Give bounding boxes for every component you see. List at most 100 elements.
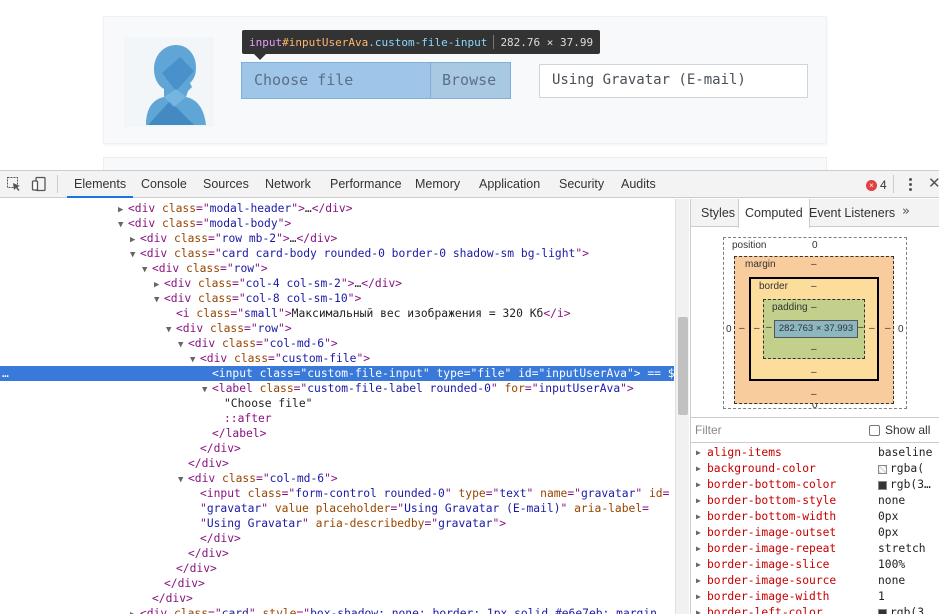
dom-node-line[interactable]: ▼ <div class="col-md-6">: [0, 336, 674, 351]
node-content: </div>: [190, 441, 241, 456]
dom-node-line[interactable]: ▼ <div class="col-md-6">: [0, 471, 674, 486]
expand-triangle-icon[interactable]: ▶: [696, 461, 701, 477]
computed-property-row[interactable]: ▶ align-items baseline: [691, 445, 939, 461]
token: =": [424, 517, 439, 530]
show-all-toggle[interactable]: Show all: [869, 423, 930, 437]
dom-node-line[interactable]: </div>: [0, 561, 674, 576]
dom-node-line[interactable]: "gravatar" value placeholder="Using Grav…: [0, 501, 674, 516]
inspect-element-icon[interactable]: [6, 176, 22, 192]
border-box: border – – – – padding – – – – 282.763 ×…: [749, 277, 879, 381]
dom-node-line[interactable]: ▼ <div class="row">: [0, 321, 674, 336]
more-options-icon[interactable]: [906, 177, 914, 191]
token: class: [234, 352, 269, 365]
property-name: border-bottom-width: [707, 510, 837, 523]
color-swatch-icon[interactable]: [878, 464, 887, 474]
inspect-tooltip: input#inputUserAva.custom-file-input 282…: [242, 30, 601, 54]
expand-triangle-icon[interactable]: ▶: [696, 525, 701, 541]
expand-triangle-icon[interactable]: ▶: [696, 589, 701, 605]
computed-property-row[interactable]: ▶ border-bottom-width 0px: [691, 509, 939, 525]
property-value-wrap: stretch: [878, 541, 926, 557]
expand-triangle-icon[interactable]: ▶: [696, 605, 701, 614]
more-tabs-icon[interactable]: »: [902, 204, 910, 219]
device-toolbar-icon[interactable]: [31, 176, 47, 192]
expand-triangle-icon[interactable]: ▶: [696, 541, 701, 557]
tab-console[interactable]: Console: [134, 171, 194, 198]
dom-node-line[interactable]: ▼ <div class="custom-file">: [0, 351, 674, 366]
dom-node-line[interactable]: </div>: [0, 546, 674, 561]
filter-input[interactable]: Filter: [695, 423, 722, 437]
dom-node-line[interactable]: ▼ <div class="col-8 col-sm-10">: [0, 291, 674, 306]
token: ": [302, 517, 316, 530]
selected-node[interactable]: … <input class="custom-file-input" type="…: [0, 366, 674, 381]
gravatar-input[interactable]: Using Gravatar (E-mail): [539, 64, 808, 98]
elements-tree[interactable]: ▶ <div class="modal-header">…</div> ▼ <div …: [0, 199, 674, 614]
expand-triangle-icon[interactable]: ▶: [696, 557, 701, 573]
computed-property-row[interactable]: ▶ border-image-slice 100%: [691, 557, 939, 573]
token: col-md-6: [269, 472, 325, 485]
dom-node-line[interactable]: "Choose file": [0, 396, 674, 411]
custom-file-input[interactable]: Choose file Browse: [241, 62, 511, 99]
expand-triangle-icon[interactable]: ▶: [696, 509, 701, 525]
property-value-wrap: none: [878, 493, 905, 509]
tab-audits[interactable]: Audits: [614, 171, 663, 198]
color-swatch-icon[interactable]: [878, 480, 887, 490]
dom-node-line[interactable]: ▶ <div class="col-4 col-sm-2">…</div>: [0, 276, 674, 291]
node-content: <input class="custom-file-input" type="f…: [202, 366, 674, 381]
position-label: position: [732, 240, 767, 251]
dom-node-line[interactable]: </div>: [0, 441, 674, 456]
expand-triangle-icon[interactable]: ▶: [696, 445, 701, 461]
computed-property-row[interactable]: ▶ border-image-width 1: [691, 589, 939, 605]
padding-top-value: –: [811, 302, 817, 313]
dom-node-line[interactable]: ▼ <div class="card card-body rounded-0 bo…: [0, 246, 674, 261]
dom-node-line[interactable]: <i class="small">Максимальный вес изобра…: [0, 306, 674, 321]
dom-node-line[interactable]: </div>: [0, 456, 674, 471]
dom-node-line[interactable]: ▼ <label class="custom-file-label rounded…: [0, 381, 674, 396]
error-counter[interactable]: × 4: [866, 178, 887, 192]
dom-node-line[interactable]: </div>: [0, 591, 674, 606]
tab-sources[interactable]: Sources: [196, 171, 256, 198]
dom-node-line[interactable]: <input class="form-control rounded-0" ty…: [0, 486, 674, 501]
property-value-wrap: 100%: [878, 557, 905, 573]
dom-node-line[interactable]: ▼ <div class="row">: [0, 261, 674, 276]
dom-node-line[interactable]: </div>: [0, 531, 674, 546]
dom-node-line[interactable]: </label>: [0, 426, 674, 441]
computed-property-row[interactable]: ▶ border-image-source none: [691, 573, 939, 589]
expand-triangle-icon[interactable]: ▶: [696, 477, 701, 493]
tooltip-arrow: [254, 54, 266, 60]
computed-property-row[interactable]: ▶ background-color rgba(: [691, 461, 939, 477]
dom-node-line[interactable]: ▼ <div class="modal-body">: [0, 216, 674, 231]
token: ">: [278, 322, 292, 335]
tab-elements[interactable]: Elements: [67, 171, 134, 198]
node-menu-dots[interactable]: …: [2, 366, 9, 381]
close-devtools-icon[interactable]: ✕: [928, 174, 939, 192]
tab-performance[interactable]: Performance: [323, 171, 409, 198]
tab-styles[interactable]: Styles: [695, 199, 741, 227]
color-swatch-icon[interactable]: [878, 608, 887, 614]
tab-application[interactable]: Application: [472, 171, 547, 198]
expand-triangle-icon[interactable]: ▶: [696, 493, 701, 509]
token: ": [560, 502, 575, 515]
dom-node-line[interactable]: ▶ <div class="row mb-2">…</div>: [0, 231, 674, 246]
elements-scrollbar[interactable]: [675, 199, 689, 614]
dom-node-line[interactable]: </div>: [0, 576, 674, 591]
show-all-checkbox[interactable]: [869, 424, 880, 436]
computed-property-row[interactable]: ▶ border-bottom-color rgb(3…: [691, 477, 939, 493]
tab-event-listeners[interactable]: Event Listeners: [803, 199, 901, 227]
dom-node-line[interactable]: ▶ <div class="modal-header">…</div>: [0, 201, 674, 216]
computed-property-row[interactable]: ▶ border-image-outset 0px: [691, 525, 939, 541]
dom-node-line[interactable]: ▶<div class="card" style="box-shadow: no…: [0, 606, 674, 614]
scrollbar-thumb[interactable]: [678, 317, 688, 415]
computed-property-row[interactable]: ▶ border-image-repeat stretch: [691, 541, 939, 557]
computed-property-row[interactable]: ▶ border-left-color rgb(3…: [691, 605, 939, 614]
tab-security[interactable]: Security: [552, 171, 611, 198]
computed-property-row[interactable]: ▶ border-bottom-style none: [691, 493, 939, 509]
dom-node-line[interactable]: "Using Gravatar" aria-describedby="grava…: [0, 516, 674, 531]
tab-network[interactable]: Network: [258, 171, 318, 198]
expand-triangle-icon[interactable]: ▶: [696, 573, 701, 589]
property-value: 0px: [878, 526, 899, 539]
tab-computed[interactable]: Computed: [738, 199, 810, 228]
collapsed-triangle-icon[interactable]: ▶: [130, 608, 140, 614]
dom-node-line[interactable]: ::after: [0, 411, 674, 426]
tab-memory[interactable]: Memory: [408, 171, 467, 198]
browse-button[interactable]: Browse: [430, 63, 510, 98]
